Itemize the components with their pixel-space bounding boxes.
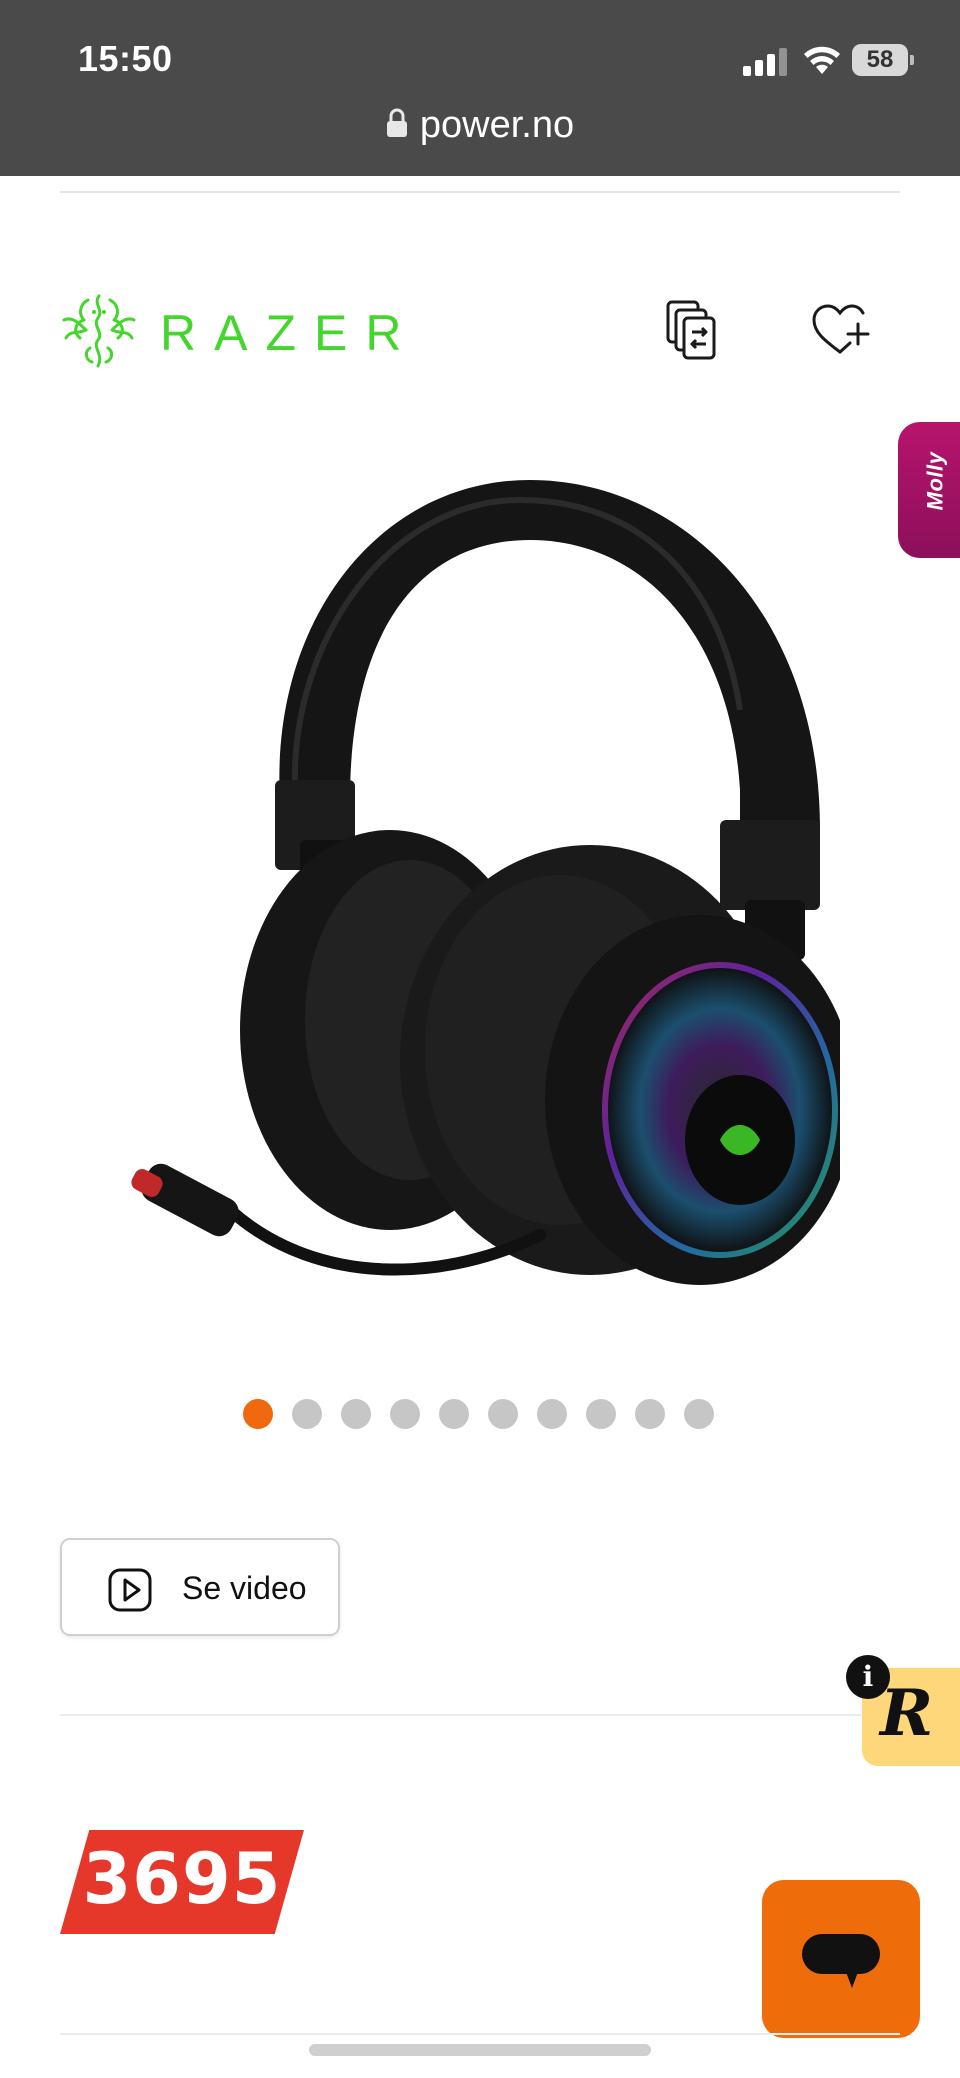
carousel-dot[interactable] — [586, 1399, 616, 1429]
compare-icon[interactable] — [662, 298, 726, 362]
carousel-dot[interactable] — [684, 1399, 714, 1429]
reviews-logo: R — [880, 1676, 934, 1751]
status-time: 15:50 — [78, 38, 173, 79]
home-indicator — [309, 2044, 651, 2056]
brand-name: RAZER — [160, 305, 420, 361]
url-text: power.no — [419, 104, 575, 146]
chat-button[interactable] — [762, 1880, 920, 2038]
carousel-dot[interactable] — [243, 1399, 273, 1429]
carousel-dot[interactable] — [341, 1399, 371, 1429]
side-tab-molly[interactable]: Molly — [898, 422, 960, 558]
divider — [60, 191, 900, 193]
browser-top-bar: 15:50 58 power.no — [0, 0, 960, 176]
product-image[interactable] — [120, 460, 840, 1320]
play-icon — [108, 1568, 152, 1612]
divider — [60, 2033, 900, 2035]
heart-plus-icon[interactable] — [808, 298, 872, 362]
signal-icon — [743, 48, 787, 76]
chat-bubble-icon — [802, 1934, 880, 1988]
image-carousel-dots — [243, 1399, 723, 1429]
see-video-button[interactable]: Se video — [60, 1538, 340, 1636]
carousel-dot[interactable] — [439, 1399, 469, 1429]
see-video-label: Se video — [182, 1570, 307, 1606]
brand-logo-link[interactable]: RAZER — [58, 284, 438, 374]
battery-icon: 58 — [852, 44, 914, 76]
carousel-dot[interactable] — [292, 1399, 322, 1429]
lock-icon — [386, 108, 407, 137]
wifi-icon — [804, 46, 840, 74]
price-value: 3695 — [82, 1838, 282, 1920]
info-icon[interactable]: i — [846, 1655, 890, 1699]
divider — [60, 1714, 900, 1716]
carousel-dot[interactable] — [488, 1399, 518, 1429]
price-tag: 3695 — [60, 1830, 304, 1934]
carousel-dot[interactable] — [635, 1399, 665, 1429]
carousel-dot[interactable] — [537, 1399, 567, 1429]
carousel-dot[interactable] — [390, 1399, 420, 1429]
address-bar[interactable]: power.no — [0, 104, 960, 147]
razer-snake-logo — [62, 294, 136, 368]
side-tab-label: Molly — [922, 451, 948, 511]
